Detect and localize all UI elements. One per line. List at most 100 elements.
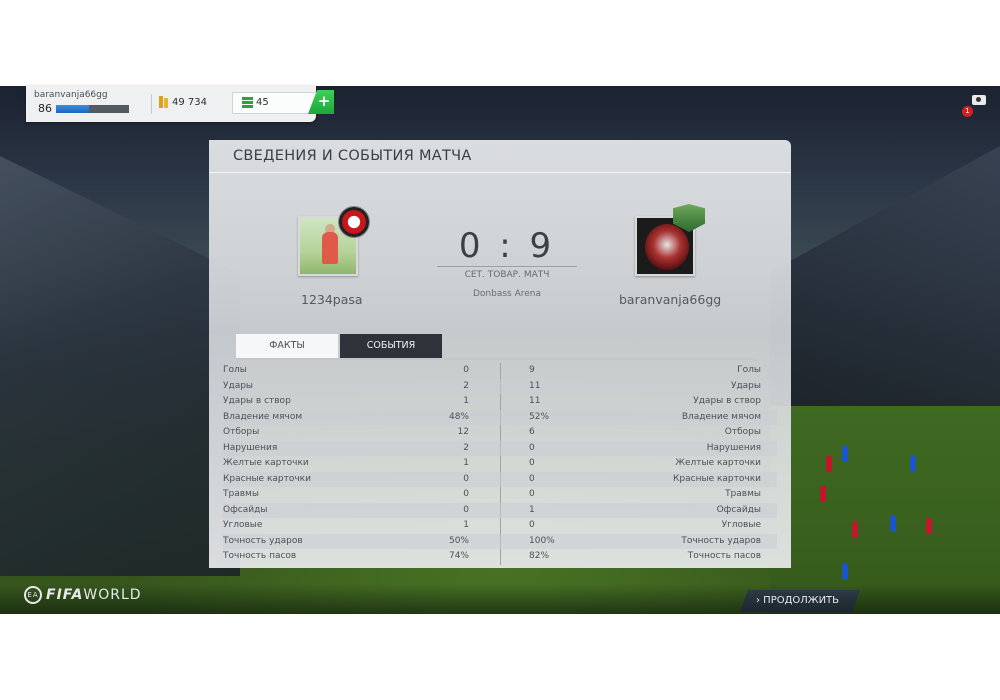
- stat-label-away: Удары: [730, 380, 761, 391]
- stat-label-home: Красные карточки: [223, 473, 311, 484]
- away-team-name: baranvanja66gg: [619, 292, 722, 307]
- logo-text-light: WORLD: [83, 587, 142, 603]
- coin-balance: 49 734: [172, 97, 207, 108]
- points-balance: 45: [256, 97, 269, 108]
- stats-row: Нарушения 2 0 Нарушения: [223, 440, 777, 456]
- stat-label-home: Желтые карточки: [223, 458, 309, 468]
- home-team-name: 1234pasa: [301, 292, 363, 307]
- stat-value-away: 100%: [529, 535, 555, 546]
- level: 86: [38, 102, 52, 115]
- stat-label-home: Владение мячом: [223, 411, 303, 422]
- stat-label-away: Точность пасов: [687, 551, 761, 561]
- stat-label-home: Нарушения: [223, 442, 278, 453]
- stat-label-away: Владение мячом: [681, 411, 761, 422]
- stadium-name: Donbass Arena: [472, 289, 542, 299]
- stats-row: Удары в створ 1 11 Удары в створ: [223, 394, 777, 410]
- stat-label-away: Красные карточки: [673, 473, 761, 484]
- stats-row: Желтые карточки 1 0 Желтые карточки: [223, 456, 777, 472]
- stat-label-home: Травмы: [223, 489, 259, 499]
- score-divider: [437, 266, 577, 267]
- stat-value-away: 11: [529, 396, 541, 406]
- stat-label-away: Голы: [737, 365, 761, 375]
- stat-value-home: 0: [463, 365, 469, 375]
- player: [826, 456, 832, 472]
- player: [890, 516, 896, 532]
- stats-row: Красные карточки 0 0 Красные карточки: [223, 471, 777, 487]
- stat-value-home: 0: [463, 504, 469, 515]
- tab-facts[interactable]: ФАКТЫ: [236, 334, 338, 358]
- stat-value-away: 0: [529, 442, 535, 453]
- profile-hud: baranvanja66gg 86 49 734 45 +: [26, 86, 334, 122]
- stat-value-home: 2: [463, 380, 469, 391]
- stat-value-home: 1: [463, 520, 469, 530]
- fifa-world-logo: EA FIFAWORLD: [24, 586, 142, 606]
- xp-bar: [56, 105, 129, 113]
- match-score: 0 : 9: [458, 226, 556, 266]
- coins-icon: [159, 96, 168, 108]
- notification-badge[interactable]: 1: [962, 106, 973, 117]
- stats-row: Точность ударов 50% 100% Точность ударов: [223, 533, 777, 549]
- match-type: СЕТ. ТОВАР. МАТЧ: [464, 270, 550, 280]
- stat-label-home: Голы: [223, 365, 247, 375]
- stand-left: [0, 156, 240, 576]
- stat-label-home: Точность пасов: [223, 551, 297, 561]
- stat-value-away: 6: [529, 427, 535, 437]
- stat-value-home: 74%: [448, 551, 469, 561]
- stat-label-home: Офсайды: [223, 504, 268, 515]
- logo-text-bold: FIFA: [46, 587, 84, 603]
- tab-underline: [236, 358, 756, 360]
- camera-icon[interactable]: [972, 95, 986, 105]
- stat-value-home: 48%: [448, 411, 469, 422]
- stat-value-home: 50%: [448, 535, 469, 546]
- player: [910, 456, 916, 472]
- stat-label-home: Точность ударов: [223, 535, 303, 546]
- stats-table: Голы 0 9 Голы Удары 2 11 Удары Удары в створ 1 11 У…: [223, 363, 777, 565]
- stat-value-away: 0: [529, 473, 535, 484]
- stat-label-home: Угловые: [223, 520, 263, 530]
- stats-row: Офсайды 0 1 Офсайды: [223, 502, 777, 518]
- stats-row: Владение мячом 48% 52% Владение мячом: [223, 409, 777, 425]
- stat-value-away: 82%: [529, 551, 550, 561]
- player: [852, 522, 858, 538]
- stat-value-home: 2: [463, 442, 469, 453]
- tab-events[interactable]: СОБЫТИЯ: [340, 334, 442, 358]
- stat-value-home: 0: [463, 489, 469, 499]
- match-summary-panel: СВЕДЕНИЯ И СОБЫТИЯ МАТЧА 1234pasa 0 : 9 …: [209, 140, 791, 568]
- title-divider: [209, 172, 791, 173]
- stat-label-away: Удары в створ: [693, 396, 761, 406]
- stats-row: Точность пасов 74% 82% Точность пасов: [223, 549, 777, 565]
- points-icon: [242, 97, 253, 108]
- stat-label-away: Офсайды: [716, 504, 761, 515]
- stat-value-away: 9: [529, 365, 535, 375]
- stat-value-home: 0: [463, 473, 469, 484]
- stat-value-away: 1: [529, 504, 535, 515]
- stat-value-home: 1: [463, 396, 469, 406]
- player: [842, 564, 848, 580]
- stat-label-away: Травмы: [725, 489, 761, 499]
- stat-label-away: Нарушения: [706, 442, 761, 453]
- stat-label-away: Точность ударов: [681, 535, 761, 546]
- pitch: [770, 406, 1000, 614]
- stat-label-away: Желтые карточки: [675, 458, 761, 468]
- continue-button[interactable]: › ПРОДОЛЖИТЬ: [740, 590, 860, 612]
- home-club-badge-icon: [338, 206, 370, 238]
- stat-label-home: Отборы: [223, 427, 260, 437]
- player: [842, 446, 848, 462]
- player: [820, 486, 826, 502]
- stat-label-home: Удары: [223, 380, 254, 391]
- stat-value-home: 1: [463, 458, 469, 468]
- stat-value-away: 0: [529, 458, 535, 468]
- stat-value-away: 0: [529, 489, 535, 499]
- stat-label-away: Угловые: [721, 520, 761, 530]
- stat-value-away: 0: [529, 520, 535, 530]
- username: baranvanja66gg: [34, 90, 108, 100]
- stat-value-home: 12: [457, 427, 469, 437]
- stat-value-away: 11: [529, 380, 541, 391]
- stats-row: Угловые 1 0 Угловые: [223, 518, 777, 534]
- stand-right: [770, 146, 1000, 426]
- divider: [151, 94, 152, 114]
- stats-row: Травмы 0 0 Травмы: [223, 487, 777, 503]
- panel-title: СВЕДЕНИЯ И СОБЫТИЯ МАТЧА: [233, 148, 472, 164]
- stats-row: Отборы 12 6 Отборы: [223, 425, 777, 441]
- stats-row: Удары 2 11 Удары: [223, 378, 777, 394]
